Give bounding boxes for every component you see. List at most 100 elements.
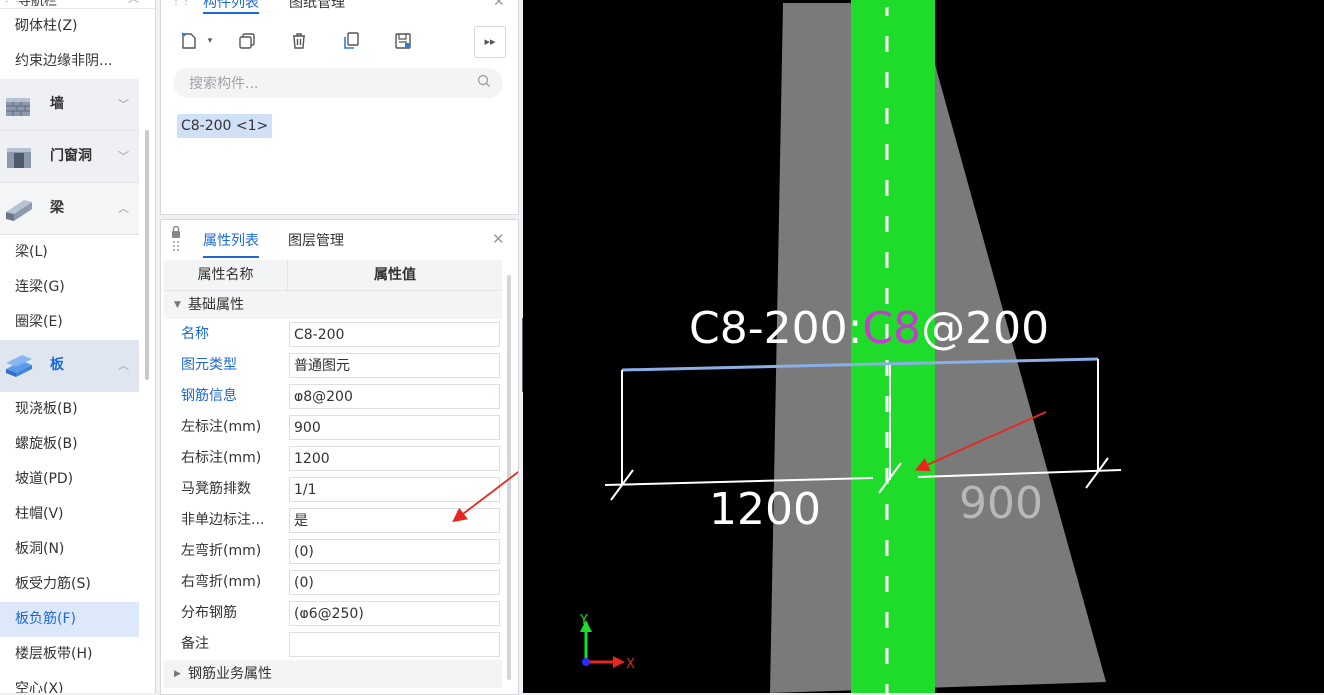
component-search-input[interactable] [187, 68, 461, 100]
chevron-up-icon[interactable]: ︿ [118, 183, 129, 234]
property-row[interactable]: 左标注(mm) 900 [164, 412, 502, 443]
tab-property-list[interactable]: 属性列表 [203, 230, 259, 258]
property-group-basic[interactable]: ▼ 基础属性 [164, 291, 502, 319]
rebar-label-prefix: C8- [689, 303, 764, 354]
property-scrollbar[interactable] [507, 275, 511, 680]
property-row[interactable]: 非单边标注... 是 [164, 505, 502, 536]
slab-icon [6, 355, 32, 377]
property-name: 备注 [181, 636, 209, 652]
property-name: 右标注(mm) [181, 450, 262, 466]
nav-item-ring-beam[interactable]: 圈梁(E) [0, 305, 139, 340]
rebar-label-c8: C8 [862, 303, 921, 354]
nav-item-ramp[interactable]: 坡道(PD) [0, 462, 139, 497]
nav-item-slab-hole[interactable]: 板洞(N) [0, 532, 139, 567]
property-group-label: 钢筋业务属性 [188, 666, 272, 682]
chevron-up-icon[interactable]: ︿ [128, 0, 139, 6]
triangle-right-icon[interactable]: ▶ [174, 660, 181, 688]
nav-item-spiral-slab[interactable]: 螺旋板(B) [0, 427, 139, 462]
layer-copy-button[interactable] [337, 27, 365, 55]
tab-drawing-management[interactable]: 图纸管理 [289, 0, 345, 12]
property-name: 马凳筋排数 [181, 481, 251, 497]
nav-item-slab-negative-rebar[interactable]: 板负筋(F) [0, 602, 139, 637]
drawing-canvas[interactable]: C8-200:C8@200 1200 900 Y X [523, 0, 1324, 693]
property-value-field[interactable] [289, 632, 500, 657]
search-icon[interactable] [477, 74, 491, 88]
copy-button[interactable] [233, 27, 261, 55]
property-name: 左弯折(mm) [181, 543, 262, 559]
property-value-field[interactable]: 900 [289, 415, 500, 440]
chevron-down-icon[interactable]: ﹀ [118, 79, 129, 130]
component-panel-tabs: ⋮⋮ 构件列表 图纸管理 ✕ [161, 0, 518, 14]
nav-category-slab[interactable]: 板 ︿ [0, 340, 139, 392]
property-row[interactable]: 右弯折(mm) (0) [164, 567, 502, 598]
property-value-field[interactable]: 是 [289, 508, 500, 533]
component-item[interactable]: C8-200 <1> [177, 114, 273, 138]
nav-category-label: 门窗洞 [50, 148, 92, 164]
property-value-field[interactable]: (ⱷ6@250) [289, 601, 500, 626]
dimension-left-value: 1200 [709, 484, 821, 535]
navigation-panel: ⋮⋮ 导航栏 ︿ 砌体柱(Z) 约束边缘非阴... 墙 ﹀ 门窗洞 ﹀ 梁 ︿ … [0, 0, 156, 693]
property-row[interactable]: 名称 C8-200 [164, 319, 502, 350]
property-row[interactable]: 左弯折(mm) (0) [164, 536, 502, 567]
grip-point[interactable] [894, 682, 904, 692]
property-value-field[interactable]: (0) [289, 570, 500, 595]
nav-item-hollow[interactable]: 空心(X) [0, 672, 139, 693]
property-row[interactable]: 备注 [164, 629, 502, 660]
nav-category-label: 梁 [50, 200, 64, 216]
triangle-down-icon[interactable]: ▼ [174, 291, 181, 319]
property-value-field[interactable]: ⱷ8@200 [289, 384, 500, 409]
beam-icon [6, 200, 32, 221]
property-row[interactable]: 分布钢筋 (ⱷ6@250) [164, 598, 502, 629]
property-row[interactable]: 钢筋信息 ⱷ8@200 [164, 381, 502, 412]
nav-item-masonry-column[interactable]: 砌体柱(Z) [0, 9, 139, 44]
property-row[interactable]: 右标注(mm) 1200 [164, 443, 502, 474]
nav-item-slab-main-rebar[interactable]: 板受力筋(S) [0, 567, 139, 602]
copy-icon [239, 33, 255, 49]
nav-title: 导航栏 [18, 0, 58, 9]
nav-item-cast-slab[interactable]: 现浇板(B) [0, 392, 139, 427]
tab-component-list[interactable]: 构件列表 [203, 0, 259, 14]
property-value-field[interactable]: C8-200 [289, 322, 500, 347]
property-name: 分布钢筋 [181, 605, 237, 621]
property-panel: 属性列表 图层管理 ✕ 属性名称 属性值 ▼ 基础属性 名称 C8-200 图元类型… [160, 219, 519, 695]
property-value-field[interactable]: (0) [289, 539, 500, 564]
wall-icon [6, 98, 30, 116]
drawing-viewport[interactable]: C8-200:C8@200 1200 900 Y X [523, 0, 1324, 693]
nav-category-door-window[interactable]: 门窗洞 ﹀ [0, 131, 139, 183]
lock-icon[interactable] [170, 224, 182, 252]
close-icon[interactable]: ✕ [492, 230, 505, 248]
nav-item-floor-slab-band[interactable]: 楼层板带(H) [0, 637, 139, 672]
chevron-down-icon[interactable]: ﹀ [118, 131, 129, 182]
delete-button[interactable] [285, 27, 313, 55]
more-tools-button[interactable]: ▸▸ [474, 26, 506, 58]
component-search-box[interactable] [173, 68, 503, 100]
nav-category-beam[interactable]: 梁 ︿ [0, 183, 139, 235]
nav-category-label: 墙 [50, 96, 64, 112]
new-component-button[interactable] [175, 27, 203, 55]
save-button[interactable] [389, 27, 417, 55]
nav-item-constraint-edge[interactable]: 约束边缘非阴... [0, 44, 139, 79]
nav-scrollbar[interactable] [145, 130, 149, 380]
chevron-up-icon[interactable]: ︿ [118, 340, 129, 391]
property-group-rebar-business[interactable]: ▶ 钢筋业务属性 [164, 660, 502, 688]
new-dropdown-chevron-icon[interactable]: ▾ [203, 27, 217, 55]
property-panel-tabs: 属性列表 图层管理 ✕ [161, 220, 518, 260]
tab-layer-management[interactable]: 图层管理 [288, 230, 344, 250]
save-icon [395, 33, 411, 49]
nav-item-beam[interactable]: 梁(L) [0, 235, 139, 270]
dimension-right-value: 900 [959, 478, 1043, 529]
nav-category-wall[interactable]: 墙 ﹀ [0, 79, 139, 131]
property-value-field[interactable]: 普通图元 [289, 353, 500, 378]
component-list-panel: ⋮⋮ 构件列表 图纸管理 ✕ ▾ ▸▸ 搜索构件... C8-200 <1> [160, 0, 519, 215]
property-name: 钢筋信息 [181, 388, 237, 404]
nav-item-coupling-beam[interactable]: 连梁(G) [0, 270, 139, 305]
column-header-name: 属性名称 [164, 260, 288, 290]
drag-handle-icon[interactable]: ⋮⋮ [171, 0, 191, 7]
close-icon[interactable]: ✕ [493, 0, 505, 10]
property-row[interactable]: 马凳筋排数 1/1 [164, 474, 502, 505]
property-value-field[interactable]: 1200 [289, 446, 500, 471]
nav-item-column-cap[interactable]: 柱帽(V) [0, 497, 139, 532]
property-name: 左标注(mm) [181, 419, 262, 435]
property-row[interactable]: 图元类型 普通图元 [164, 350, 502, 381]
property-value-field[interactable]: 1/1 [289, 477, 500, 502]
